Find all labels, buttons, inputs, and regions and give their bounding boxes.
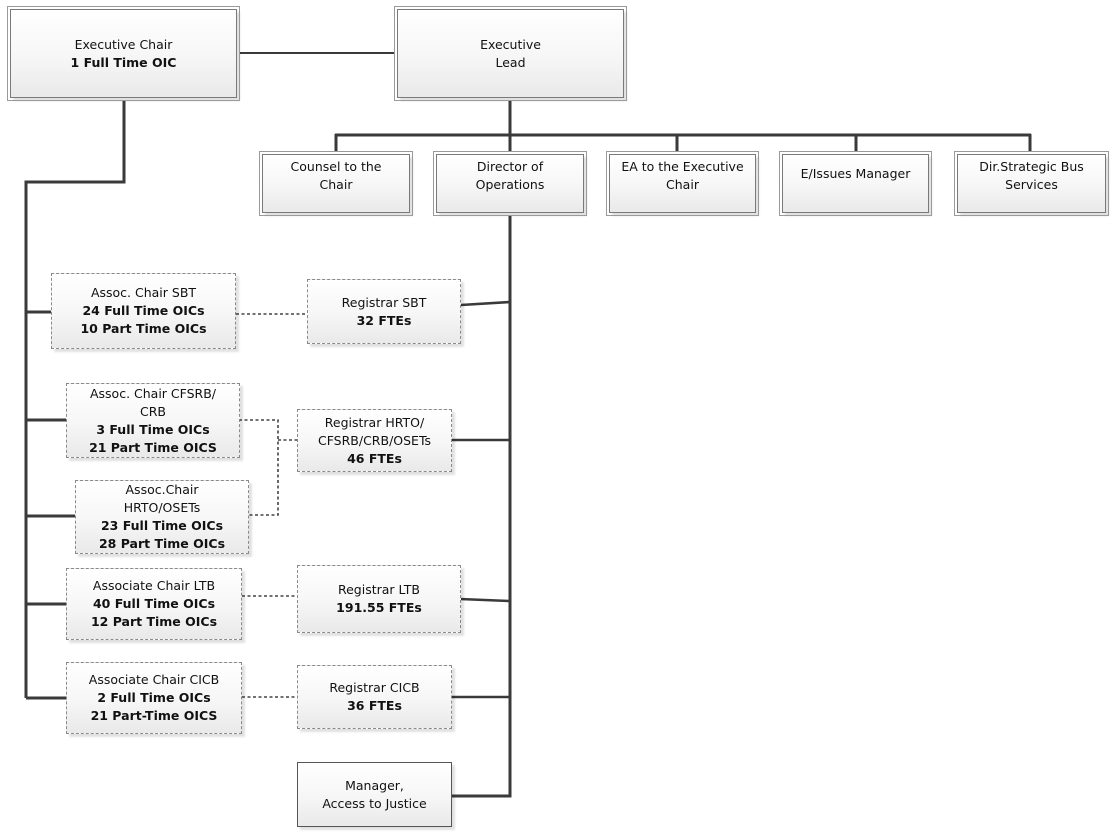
node-title: Manager, — [345, 777, 404, 793]
node-title: Director of — [476, 159, 544, 174]
node-detail: 36 FTEs — [347, 698, 402, 713]
node-assoc-chair-cicb[interactable]: Associate Chair CICB 2 Full Time OICs 21… — [66, 662, 242, 734]
node-title: Executive Chair — [74, 37, 173, 52]
edge-spine-reg-ltb — [459, 597, 511, 603]
node-detail: 23 Full Time OICs — [100, 518, 224, 533]
node-title: Access to Justice — [322, 795, 427, 811]
node-title: Chair — [319, 177, 353, 192]
node-title: Dir.Strategic Bus — [979, 159, 1084, 174]
node-registrar-hrto[interactable]: Registrar HRTO/ CFSRB/CRB/OSETs 46 FTEs — [297, 409, 452, 472]
node-assoc-chair-cfsrb[interactable]: Assoc. Chair CFSRB/ CRB 3 Full Time OICs… — [66, 383, 240, 458]
node-title: Assoc. Chair SBT — [90, 285, 197, 300]
node-title: Operations — [475, 177, 545, 192]
node-title: Registrar SBT — [341, 294, 427, 310]
node-assoc-chair-sbt[interactable]: Assoc. Chair SBT 24 Full Time OICs 10 Pa… — [51, 273, 236, 349]
node-detail: 21 Part-Time OICS — [90, 708, 218, 723]
node-registrar-ltb[interactable]: Registrar LTB 191.55 FTEs — [297, 565, 461, 633]
node-counsel[interactable]: Counsel to the Chair — [259, 151, 413, 216]
node-detail: 3 Full Time OICs — [96, 421, 210, 437]
node-detail: 2 Full Time OICs — [97, 690, 211, 705]
node-assoc-chair-hrto[interactable]: Assoc.Chair HRTO/OSETs 23 Full Time OICs… — [75, 480, 249, 554]
node-manager-access-justice[interactable]: Manager, Access to Justice — [297, 762, 452, 827]
node-title: EA to the Executive — [621, 159, 744, 174]
node-detail: 21 Part Time OICS — [89, 439, 217, 455]
node-title: CRB — [140, 403, 166, 419]
node-registrar-sbt[interactable]: Registrar SBT 32 FTEs — [307, 279, 461, 344]
node-detail: 46 FTEs — [347, 450, 402, 466]
node-title: Registrar CICB — [329, 680, 420, 695]
node-title: Counsel to the — [290, 159, 382, 174]
node-title: CFSRB/CRB/OSETs — [317, 432, 432, 448]
node-title: HRTO/OSETs — [123, 500, 201, 515]
node-director-operations[interactable]: Director of Operations — [433, 151, 587, 216]
node-detail: 10 Part Time OICs — [80, 321, 207, 336]
node-executive-chair[interactable]: Executive Chair 1 Full Time OIC — [7, 6, 240, 101]
node-executive-lead[interactable]: Executive Lead — [394, 6, 627, 101]
node-title: Registrar HRTO/ — [324, 414, 425, 430]
node-title: Associate Chair LTB — [92, 578, 216, 593]
node-detail: 191.55 FTEs — [336, 600, 422, 615]
node-dir-strategic[interactable]: Dir.Strategic Bus Services — [954, 151, 1109, 216]
node-title: Associate Chair CICB — [88, 672, 220, 687]
node-title: Assoc.Chair — [125, 482, 199, 497]
node-assoc-chair-ltb[interactable]: Associate Chair LTB 40 Full Time OICs 12… — [66, 568, 242, 640]
node-title: Chair — [666, 177, 699, 192]
node-ea-executive-chair[interactable]: EA to the Executive Chair — [606, 151, 759, 216]
node-detail: 12 Part Time OICs — [90, 614, 218, 629]
node-detail: 32 FTEs — [356, 312, 412, 328]
node-detail: 24 Full Time OICs — [82, 303, 205, 318]
node-registrar-cicb[interactable]: Registrar CICB 36 FTEs — [297, 665, 452, 729]
node-issues-manager[interactable]: E/Issues Manager — [779, 151, 932, 216]
node-detail: 40 Full Time OICs — [92, 596, 216, 611]
node-title: Lead — [495, 55, 526, 70]
node-title: Assoc. Chair CFSRB/ — [89, 385, 217, 401]
edge-spine-reg-sbt — [460, 300, 511, 307]
node-detail: 1 Full Time OIC — [70, 55, 177, 70]
node-title: Registrar LTB — [337, 582, 420, 597]
node-detail: 28 Part Time OICs — [98, 536, 226, 551]
node-title: Executive — [480, 37, 541, 52]
node-title: E/Issues Manager — [800, 166, 911, 181]
node-title: Services — [1005, 177, 1058, 192]
